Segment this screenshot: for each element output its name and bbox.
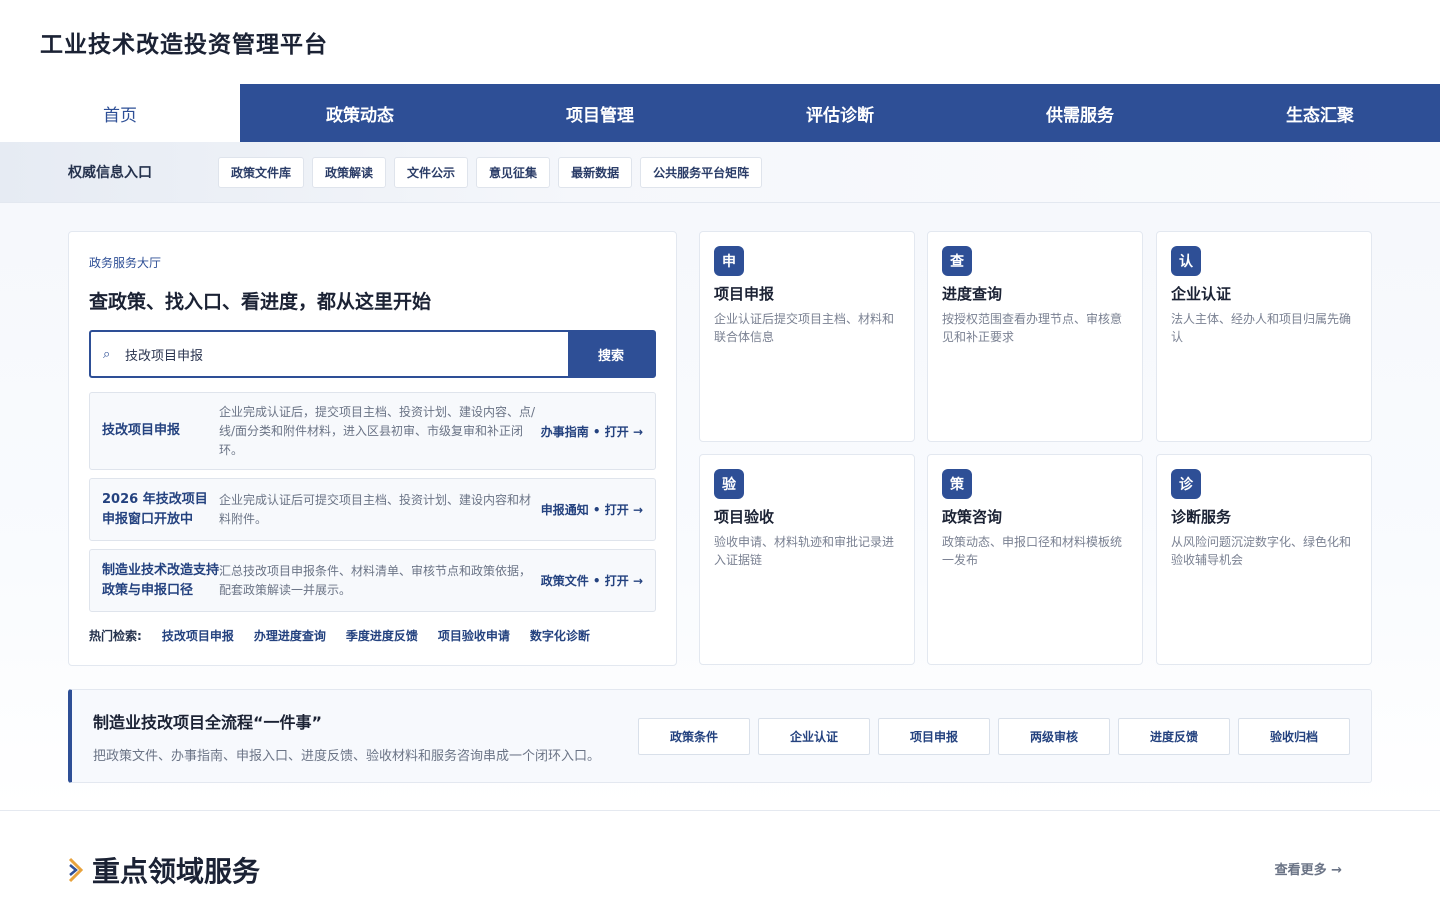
card-title: 项目验收 <box>714 508 775 526</box>
hot-search-item[interactable]: 数字化诊断 <box>530 627 590 644</box>
service-row[interactable]: 2026 年技改项目申报窗口开放中 企业完成认证后可提交项目主档、投资计划、建设… <box>89 478 656 541</box>
service-row[interactable]: 技改项目申报 企业完成认证后，提交项目主档、投资计划、建设内容、点/线/面分类和… <box>89 392 656 470</box>
quick-link-policy-interpretation[interactable]: 政策解读 <box>312 156 387 188</box>
service-open-link[interactable]: 政策文件 • 打开 → <box>539 572 643 589</box>
service-card-project-acceptance[interactable]: 验 项目验收 验收申请、材料轨迹和审批记录进入证据链 <box>699 454 915 665</box>
full-process-steps: 政策条件 企业认证 项目申报 两级审核 进度反馈 验收归档 <box>638 717 1350 755</box>
see-more-link[interactable]: 查看更多 → <box>1275 859 1342 878</box>
flow-step-progress-feedback[interactable]: 进度反馈 <box>1118 717 1230 755</box>
quick-link-file-notice[interactable]: 文件公示 <box>394 156 469 188</box>
service-open-link[interactable]: 办事指南 • 打开 → <box>539 423 643 440</box>
nav-item-assessment[interactable]: 评估诊断 <box>720 84 960 142</box>
authority-info-label: 权威信息入口 <box>68 165 152 181</box>
section-heading: 重点领域服务 <box>68 850 260 890</box>
card-desc: 验收申请、材料轨迹和审批记录进入证据链 <box>714 535 895 567</box>
service-hall-tag: 政务服务大厅 <box>89 256 162 270</box>
service-hall-title: 查政策、找入口、看进度，都从这里开始 <box>89 291 432 313</box>
service-card-progress-query[interactable]: 查 进度查询 按授权范围查看办理节点、审核意见和补正要求 <box>927 231 1143 442</box>
quick-link-latest-data[interactable]: 最新数据 <box>558 156 633 188</box>
main-content: 政务服务大厅 查政策、找入口、看进度，都从这里开始 ⌕ 搜索 技改项目申报 企业… <box>0 203 1440 810</box>
hot-search-item[interactable]: 季度进度反馈 <box>346 627 418 644</box>
service-desc: 企业完成认证后可提交项目主档、投资计划、建设内容和材料附件。 <box>219 492 532 526</box>
quick-link-policy-library[interactable]: 政策文件库 <box>218 156 305 188</box>
card-desc: 企业认证后提交项目主档、材料和联合体信息 <box>714 312 895 344</box>
full-process-text: 制造业技改项目全流程“一件事” 把政策文件、办事指南、申报入口、进度反馈、验收材… <box>93 709 638 764</box>
card-desc: 按授权范围查看办理节点、审核意见和补正要求 <box>942 312 1123 344</box>
service-name: 技改项目申报 <box>102 423 181 438</box>
diagnosis-badge-icon: 诊 <box>1171 469 1201 499</box>
nav-item-ecosystem[interactable]: 生态汇聚 <box>1200 84 1440 142</box>
flow-step-two-level-review[interactable]: 两级审核 <box>998 717 1110 755</box>
service-name: 2026 年技改项目申报窗口开放中 <box>102 491 208 527</box>
hot-search-item[interactable]: 项目验收申请 <box>438 627 510 644</box>
nav-item-project-management[interactable]: 项目管理 <box>480 84 720 142</box>
service-desc: 汇总技改项目申报条件、材料清单、审核节点和政策依据，配套政策解读一并展示。 <box>219 563 532 597</box>
authority-info-bar: 权威信息入口 政策文件库 政策解读 文件公示 意见征集 最新数据 公共服务平台矩… <box>0 142 1440 203</box>
auth-badge-icon: 认 <box>1171 246 1201 276</box>
flow-step-project-apply[interactable]: 项目申报 <box>878 717 990 755</box>
card-title: 进度查询 <box>942 285 1003 303</box>
quick-link-opinion-collection[interactable]: 意见征集 <box>476 156 551 188</box>
card-title: 诊断服务 <box>1171 508 1232 526</box>
flow-step-policy-conditions[interactable]: 政策条件 <box>638 717 750 755</box>
flow-step-acceptance-archive[interactable]: 验收归档 <box>1238 717 1350 755</box>
service-row[interactable]: 制造业技术改造支持政策与申报口径 汇总技改项目申报条件、材料清单、审核节点和政策… <box>89 549 656 612</box>
card-desc: 从风险问题沉淀数字化、绿色化和验收辅导机会 <box>1171 535 1352 567</box>
full-process-title: 制造业技改项目全流程“一件事” <box>93 712 323 732</box>
service-desc: 企业完成认证后，提交项目主档、投资计划、建设内容、点/线/面分类和附件材料，进入… <box>219 404 536 457</box>
hot-search: 热门检索: 技改项目申报 办理进度查询 季度进度反馈 项目验收申请 数字化诊断 <box>89 627 656 644</box>
section-title: 重点领域服务 <box>92 855 261 888</box>
full-process-desc: 把政策文件、办事指南、申报入口、进度反馈、验收材料和服务咨询串成一个闭环入口。 <box>93 748 601 764</box>
hot-search-item[interactable]: 技改项目申报 <box>162 627 234 644</box>
service-hall-panel: 政务服务大厅 查政策、找入口、看进度，都从这里开始 ⌕ 搜索 技改项目申报 企业… <box>68 231 677 666</box>
apply-badge-icon: 申 <box>714 246 744 276</box>
service-name: 制造业技术改造支持政策与申报口径 <box>102 562 220 598</box>
quick-link-platform-matrix[interactable]: 公共服务平台矩阵 <box>640 156 763 188</box>
card-title: 政策咨询 <box>942 508 1003 526</box>
service-card-enterprise-auth[interactable]: 认 企业认证 法人主体、经办人和项目归属先确认 <box>1156 231 1372 442</box>
acceptance-badge-icon: 验 <box>714 469 744 499</box>
chevron-right-icon <box>68 857 84 883</box>
site-title: 工业技术改造投资管理平台 <box>40 32 328 58</box>
header: 工业技术改造投资管理平台 <box>0 0 1440 84</box>
search-box: ⌕ 搜索 <box>89 330 656 378</box>
hot-search-item[interactable]: 办理进度查询 <box>254 627 326 644</box>
service-open-link[interactable]: 申报通知 • 打开 → <box>539 501 643 518</box>
search-input[interactable] <box>125 346 525 362</box>
flow-step-enterprise-auth[interactable]: 企业认证 <box>758 717 870 755</box>
query-badge-icon: 查 <box>942 246 972 276</box>
search-button[interactable]: 搜索 <box>568 332 654 376</box>
search-field: ⌕ <box>91 332 568 376</box>
full-process-banner: 制造业技改项目全流程“一件事” 把政策文件、办事指南、申报入口、进度反馈、验收材… <box>68 689 1372 783</box>
nav-item-policy-news[interactable]: 政策动态 <box>240 84 480 142</box>
nav-item-supply-demand[interactable]: 供需服务 <box>960 84 1200 142</box>
hot-search-label: 热门检索: <box>89 629 142 643</box>
main-nav: 首页 政策动态 项目管理 评估诊断 供需服务 生态汇聚 <box>0 84 1440 142</box>
card-desc: 法人主体、经办人和项目归属先确认 <box>1171 312 1352 344</box>
card-desc: 政策动态、申报口径和材料模板统一发布 <box>942 535 1123 567</box>
service-card-project-apply[interactable]: 申 项目申报 企业认证后提交项目主档、材料和联合体信息 <box>699 231 915 442</box>
section-divider <box>0 810 1440 811</box>
search-icon: ⌕ <box>103 346 111 362</box>
authority-links: 政策文件库 政策解读 文件公示 意见征集 最新数据 公共服务平台矩阵 <box>218 156 763 188</box>
service-card-diagnosis[interactable]: 诊 诊断服务 从风险问题沉淀数字化、绿色化和验收辅导机会 <box>1156 454 1372 665</box>
card-title: 项目申报 <box>714 285 775 303</box>
nav-item-home[interactable]: 首页 <box>0 84 240 142</box>
policy-badge-icon: 策 <box>942 469 972 499</box>
service-card-policy-consult[interactable]: 策 政策咨询 政策动态、申报口径和材料模板统一发布 <box>927 454 1143 665</box>
card-title: 企业认证 <box>1171 285 1232 303</box>
